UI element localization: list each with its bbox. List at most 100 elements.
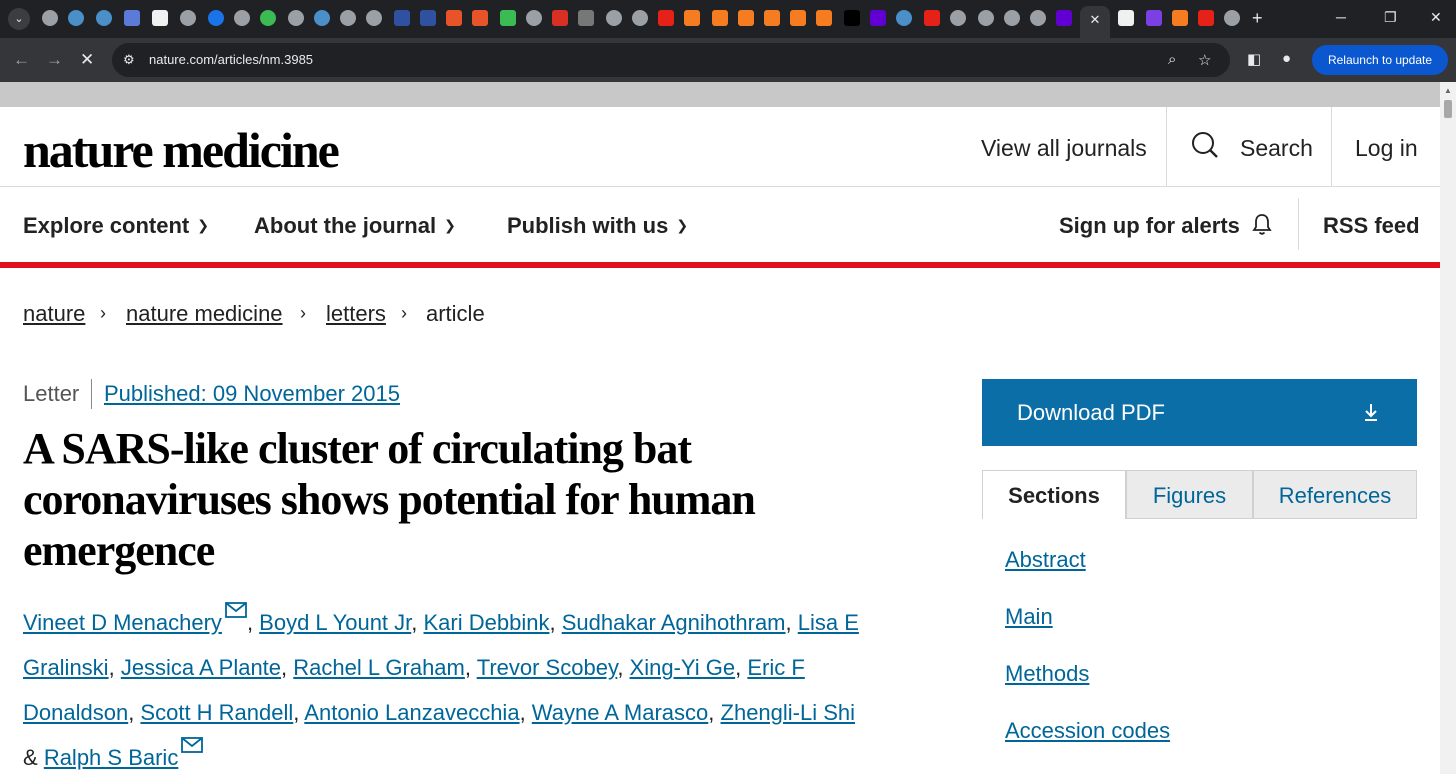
url-text[interactable]: nature.com/articles/nm.3985 [149,52,313,67]
side-panel-icon[interactable]: ◧ [1247,50,1261,68]
tab-favicon-youtube-icon[interactable] [658,10,674,26]
zoom-icon[interactable]: ⌕ [1168,51,1176,68]
tab-favicon-substack-icon[interactable] [684,10,700,26]
forward-arrow-icon[interactable]: → [46,50,63,70]
scroll-thumb[interactable] [1444,100,1452,118]
tab-favicon-bi-icon[interactable] [152,10,168,26]
section-link-abstract[interactable]: Abstract [1005,547,1086,573]
address-bar[interactable]: ⚙ nature.com/articles/nm.3985 ⌕ ☆ [112,43,1230,77]
author-link[interactable]: Boyd L Yount Jr [259,610,411,635]
restore-icon[interactable]: ❐ [1384,9,1397,26]
minimize-icon[interactable]: ─ [1336,9,1346,25]
tab-favicon-yahoo-icon[interactable] [1056,10,1072,26]
tab-favicon-yahoo-icon[interactable] [870,10,886,26]
author-link[interactable]: Xing-Yi Ge [630,655,736,680]
tab-favicon-icon[interactable] [124,10,140,26]
site-info-icon[interactable]: ⚙ [123,52,135,68]
tab-favicon-icon[interactable] [1146,10,1162,26]
author-link[interactable]: Rachel L Graham [293,655,465,680]
tab-favicon-icon[interactable] [394,10,410,26]
section-link-accession-codes[interactable]: Accession codes [1005,718,1170,744]
tab-favicon-globe-icon[interactable] [288,10,304,26]
tab-favicon-icon[interactable] [420,10,436,26]
tab-favicon-substack-icon[interactable] [1172,10,1188,26]
author-link[interactable]: Kari Debbink [424,610,550,635]
search-icon[interactable] [1191,131,1219,159]
tab-favicon-shield-icon[interactable] [472,10,488,26]
mail-icon[interactable] [181,737,204,753]
page-scrollbar[interactable] [1440,82,1456,774]
author-link[interactable]: Zhengli-Li Shi [721,700,856,725]
tab-favicon-globe-icon[interactable] [526,10,542,26]
breadcrumb-letters[interactable]: letters [326,301,386,327]
tab-favicon-icon[interactable] [68,10,84,26]
author-link[interactable]: Vineet D Menachery [23,610,222,635]
about-the-journal-menu[interactable]: About the journal ❯ [254,213,456,239]
author-link[interactable]: Trevor Scobey [477,655,618,680]
tab-favicon-shield-icon[interactable] [446,10,462,26]
bookmark-star-icon[interactable]: ☆ [1198,51,1211,69]
new-tab-button[interactable]: + [1252,8,1263,28]
author-link[interactable]: Sudhakar Agnihothram [562,610,786,635]
author-link[interactable]: Antonio Lanzavecchia [304,700,519,725]
bell-icon[interactable] [1250,212,1274,236]
tab-figures[interactable]: Figures [1126,470,1253,519]
breadcrumb-nature[interactable]: nature [23,301,85,327]
tab-favicon-play-icon[interactable] [260,10,276,26]
tab-sections[interactable]: Sections [982,470,1126,519]
scroll-up-arrow-icon[interactable]: ▲ [1444,86,1452,95]
search-link[interactable]: Search [1240,135,1313,162]
publish-with-us-menu[interactable]: Publish with us ❯ [507,213,688,239]
author-link[interactable]: Wayne A Marasco [532,700,708,725]
section-link-methods[interactable]: Methods [1005,661,1089,687]
tab-references[interactable]: References [1253,470,1417,519]
tab-favicon-substack-icon[interactable] [738,10,754,26]
breadcrumb-nature-medicine[interactable]: nature medicine [126,301,283,327]
stop-loading-icon[interactable]: ✕ [80,50,94,70]
explore-content-menu[interactable]: Explore content ❯ [23,213,209,239]
close-window-icon[interactable]: ✕ [1430,9,1442,26]
tab-favicon-globe-icon[interactable] [978,10,994,26]
back-arrow-icon[interactable]: ← [13,50,30,70]
tab-search-chevron-icon[interactable]: ⌄ [8,8,30,30]
tab-favicon-g-icon[interactable] [500,10,516,26]
tab-favicon-globe-icon[interactable] [340,10,356,26]
tab-favicon-globe-icon[interactable] [366,10,382,26]
nature-medicine-logo[interactable]: nature medicine [23,121,340,179]
tab-favicon-globe-icon[interactable] [42,10,58,26]
tab-favicon-youtube-icon[interactable] [1198,10,1214,26]
published-date-link[interactable]: Published: 09 November 2015 [104,381,400,407]
log-in-link[interactable]: Log in [1355,135,1418,162]
author-link[interactable]: Scott H Randell [140,700,293,725]
view-all-journals-link[interactable]: View all journals [981,135,1147,162]
tab-favicon-icon[interactable] [896,10,912,26]
tab-favicon-substack-icon[interactable] [816,10,832,26]
tab-favicon-icon[interactable] [552,10,568,26]
sign-up-for-alerts-link[interactable]: Sign up for alerts [1059,213,1240,239]
tab-favicon-globe-icon[interactable] [234,10,250,26]
tab-favicon-globe-icon[interactable] [606,10,622,26]
tab-favicon-substack-icon[interactable] [712,10,728,26]
tab-favicon-substack-icon[interactable] [790,10,806,26]
mail-icon[interactable] [225,602,247,618]
tab-favicon-globe-icon[interactable] [1030,10,1046,26]
rss-feed-link[interactable]: RSS feed [1323,213,1420,239]
author-link[interactable]: Ralph S Baric [44,745,179,770]
tab-favicon-icon[interactable] [844,10,860,26]
tab-favicon-bi-icon[interactable] [1118,10,1134,26]
tab-favicon-substack-icon[interactable] [764,10,780,26]
tab-favicon-search-icon[interactable] [208,10,224,26]
section-link-main[interactable]: Main [1005,604,1053,630]
relaunch-to-update-button[interactable]: Relaunch to update [1312,45,1448,75]
tab-favicon-globe-icon[interactable] [950,10,966,26]
profile-icon[interactable]: ● [1282,50,1291,67]
tab-favicon-icon[interactable] [314,10,330,26]
tab-favicon-globe-icon[interactable] [1004,10,1020,26]
tab-favicon-globe-icon[interactable] [632,10,648,26]
active-tab-close-button[interactable]: ✕ [1080,6,1110,38]
tab-favicon-icon[interactable] [578,10,594,26]
tab-favicon-globe-icon[interactable] [1224,10,1240,26]
tab-favicon-globe-icon[interactable] [180,10,196,26]
author-link[interactable]: Jessica A Plante [121,655,281,680]
download-pdf-button[interactable]: Download PDF [982,379,1417,446]
